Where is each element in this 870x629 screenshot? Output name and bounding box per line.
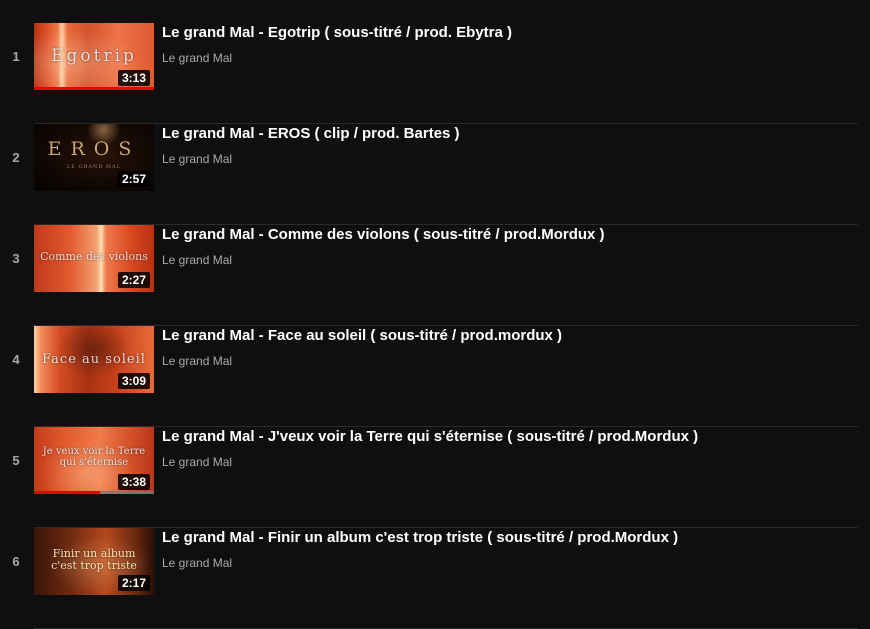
playlist-item[interactable]: 6 Finir un album c'est trop triste 2:17 … (0, 528, 870, 629)
video-thumbnail[interactable]: Egotrip 3:13 (34, 23, 154, 90)
duration-badge: 3:13 (117, 70, 150, 86)
playlist-item[interactable]: 3 Comme des violons 2:27 Le grand Mal - … (0, 225, 870, 326)
thumbnail-subcaption: LE GRAND MAL (67, 164, 121, 170)
thumbnail-caption: Comme des violons (40, 250, 148, 263)
video-thumbnail[interactable]: EROS LE GRAND MAL 2:57 (34, 124, 154, 191)
channel-name[interactable]: Le grand Mal (162, 354, 850, 368)
video-title[interactable]: Le grand Mal - J'veux voir la Terre qui … (162, 428, 850, 445)
watch-progress-bar (34, 491, 100, 494)
channel-name[interactable]: Le grand Mal (162, 253, 850, 267)
video-title[interactable]: Le grand Mal - EROS ( clip / prod. Barte… (162, 125, 850, 142)
playlist-item[interactable]: 1 Egotrip 3:13 Le grand Mal - Egotrip ( … (0, 23, 870, 124)
duration-badge: 3:09 (117, 373, 150, 389)
duration-badge: 2:17 (117, 575, 150, 591)
item-index: 6 (12, 554, 20, 569)
video-thumbnail[interactable]: Comme des violons 2:27 (34, 225, 154, 292)
item-index: 3 (12, 251, 20, 266)
channel-name[interactable]: Le grand Mal (162, 455, 850, 469)
duration-badge: 2:57 (117, 171, 150, 187)
playlist-item[interactable]: 5 Je veux voir la Terre qui s'éternise 3… (0, 427, 870, 528)
video-thumbnail[interactable]: Face au soleil 3:09 (34, 326, 154, 393)
video-title[interactable]: Le grand Mal - Finir un album c'est trop… (162, 529, 850, 546)
video-title[interactable]: Le grand Mal - Face au soleil ( sous-tit… (162, 327, 850, 344)
playlist-item[interactable]: 4 Face au soleil 3:09 Le grand Mal - Fac… (0, 326, 870, 427)
video-title[interactable]: Le grand Mal - Egotrip ( sous-titré / pr… (162, 24, 850, 41)
thumbnail-caption: Je veux voir la Terre qui s'éternise (42, 446, 146, 468)
thumbnail-caption: Face au soleil (42, 352, 146, 367)
playlist-item[interactable]: 2 EROS LE GRAND MAL 2:57 Le grand Mal - … (0, 124, 870, 225)
item-index: 1 (12, 49, 20, 64)
duration-badge: 2:27 (117, 272, 150, 288)
playlist: 1 Egotrip 3:13 Le grand Mal - Egotrip ( … (0, 0, 870, 629)
thumbnail-caption: Egotrip (51, 46, 137, 66)
video-thumbnail[interactable]: Finir un album c'est trop triste 2:17 (34, 528, 154, 595)
thumbnail-caption: EROS (47, 138, 141, 160)
channel-name[interactable]: Le grand Mal (162, 51, 850, 65)
channel-name[interactable]: Le grand Mal (162, 152, 850, 166)
item-index: 5 (12, 453, 20, 468)
channel-name[interactable]: Le grand Mal (162, 556, 850, 570)
item-index: 4 (12, 352, 20, 367)
thumbnail-caption: Finir un album c'est trop triste (51, 547, 137, 572)
item-index: 2 (12, 150, 20, 165)
video-thumbnail[interactable]: Je veux voir la Terre qui s'éternise 3:3… (34, 427, 154, 494)
video-title[interactable]: Le grand Mal - Comme des violons ( sous-… (162, 226, 850, 243)
duration-badge: 3:38 (117, 474, 150, 490)
watch-progress-bar (34, 87, 154, 90)
